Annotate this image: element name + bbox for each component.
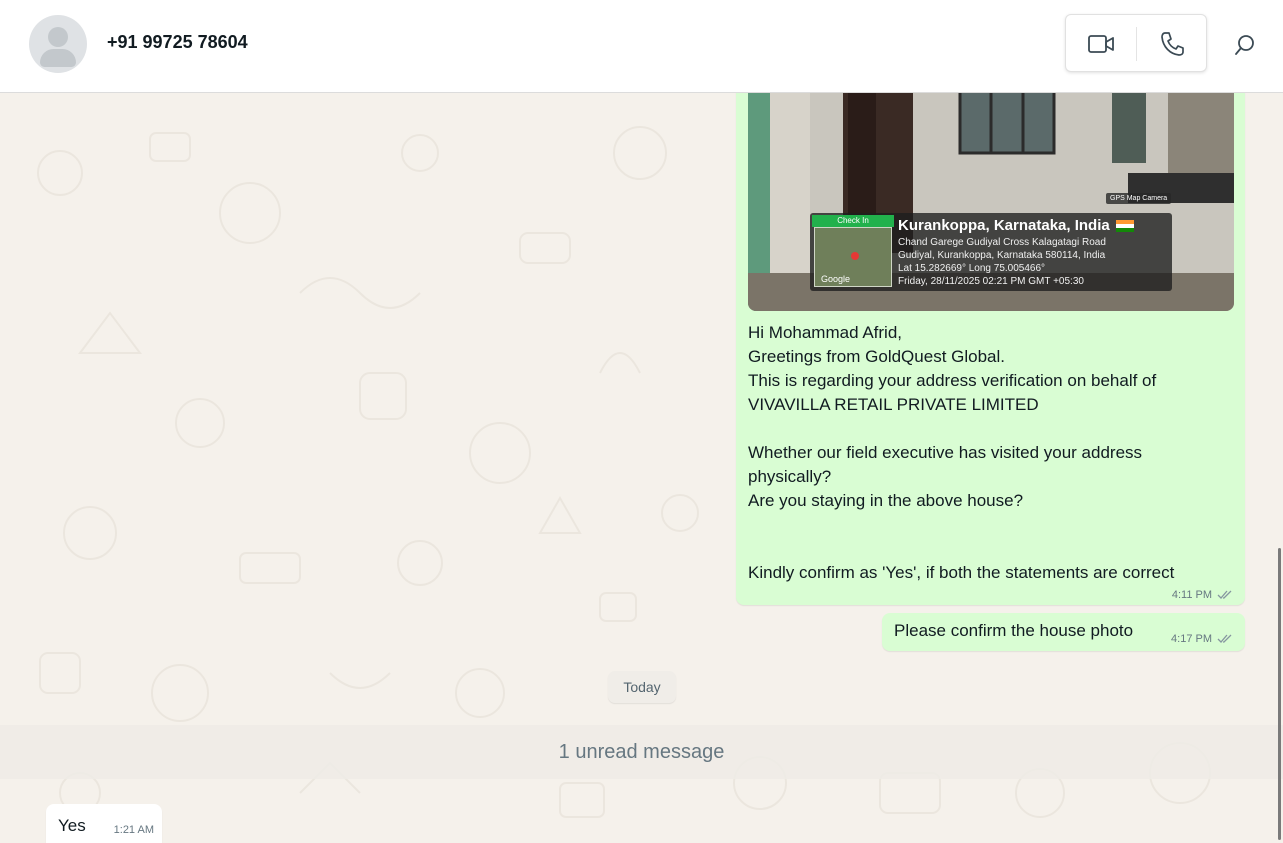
gps-checkin-label: Check In	[812, 215, 894, 227]
message-meta: 4:11 PM	[1172, 589, 1233, 601]
gps-stamp: GPS Map Camera Check In Google Kurankopp…	[810, 193, 1172, 291]
search-icon	[1235, 35, 1254, 55]
avatar-head	[48, 27, 68, 47]
message-time: 4:11 PM	[1171, 589, 1212, 601]
gps-address-line2: Gudiyal, Kurankoppa, Karnataka 580114, I…	[898, 250, 1106, 261]
search-button[interactable]	[1230, 30, 1260, 60]
double-check-icon	[1217, 634, 1232, 643]
unread-banner: 1 unread message	[0, 725, 1283, 779]
gps-address-line1: Chand Garege Gudiyal Cross Kalagatagi Ro…	[898, 237, 1106, 248]
message-bubble-outgoing[interactable]: Please confirm the house photo 4:17 PM	[882, 613, 1245, 651]
message-text: Hi Mohammad Afrid, Greetings from GoldQu…	[748, 323, 1175, 582]
double-check-icon	[1217, 590, 1232, 599]
map-pin-icon	[851, 252, 859, 260]
message-meta: 4:17 PM	[1171, 633, 1233, 645]
message-text: Please confirm the house photo	[894, 621, 1134, 640]
voice-call-button[interactable]	[1156, 29, 1188, 59]
gps-location-title: Kurankoppa, Karnataka, India	[898, 217, 1134, 234]
message-bubble-incoming[interactable]: Yes 1:21 AM	[46, 804, 162, 843]
map-google-label: Google	[821, 274, 851, 284]
video-call-button[interactable]	[1084, 29, 1118, 59]
gps-location-text: Kurankoppa, Karnataka, India	[898, 217, 1110, 234]
message-time: 4:17 PM	[1171, 633, 1212, 645]
avatar-body	[40, 49, 76, 67]
call-divider	[1136, 27, 1137, 61]
contact-name[interactable]: +91 99725 78604	[107, 32, 248, 53]
contact-avatar[interactable]	[29, 15, 87, 73]
gps-datetime: Friday, 28/11/2025 02:21 PM GMT +05:30	[898, 276, 1084, 287]
message-time: 1:21 AM	[113, 824, 154, 836]
gps-brand-label: GPS Map Camera	[1106, 193, 1172, 204]
chat-scrollbar[interactable]	[1278, 548, 1281, 840]
call-button-group	[1065, 14, 1207, 72]
chat-area[interactable]: GPS Map Camera Check In Google Kurankopp…	[0, 93, 1283, 843]
video-call-icon	[1088, 35, 1114, 53]
message-text: Yes	[58, 816, 86, 835]
date-divider: Today	[608, 671, 676, 703]
chat-header: +91 99725 78604	[0, 0, 1283, 93]
india-flag-icon	[1115, 220, 1134, 233]
gps-mini-map: Google	[814, 227, 892, 287]
house-photo[interactable]: GPS Map Camera Check In Google Kurankopp…	[748, 93, 1234, 311]
message-bubble-outgoing[interactable]: GPS Map Camera Check In Google Kurankopp…	[736, 93, 1245, 605]
voice-call-icon	[1161, 32, 1184, 56]
gps-coordinates: Lat 15.282669° Long 75.005466°	[898, 263, 1046, 274]
